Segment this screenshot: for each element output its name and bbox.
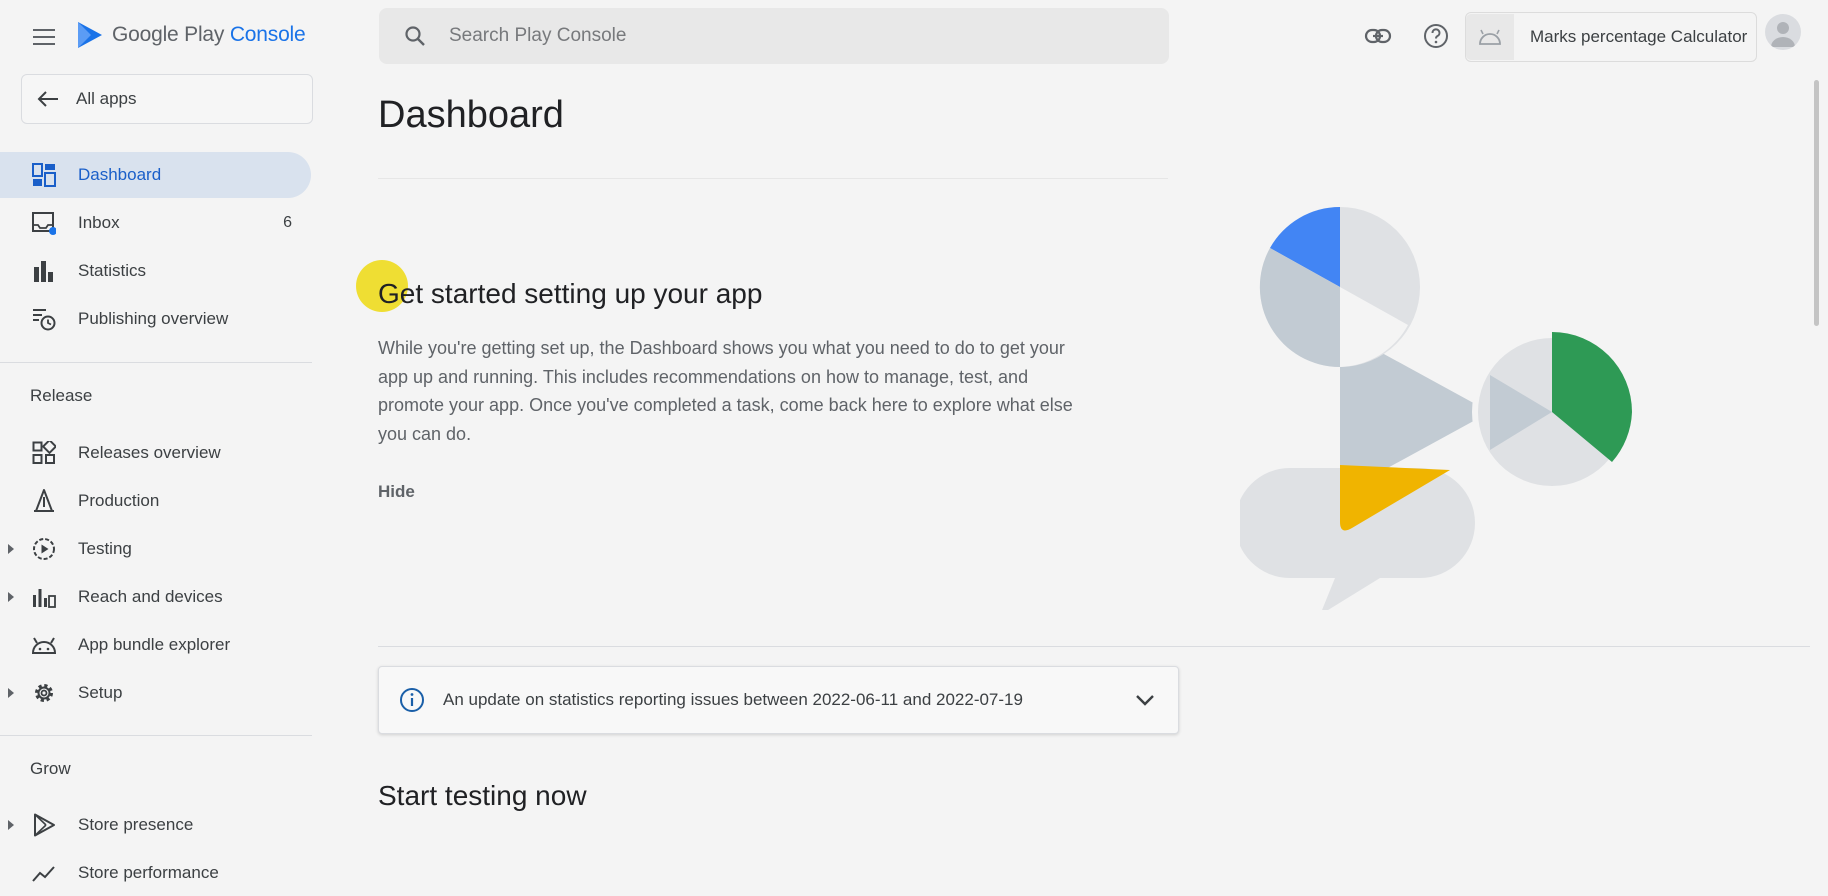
search-bar[interactable] [379,8,1169,64]
all-apps-button[interactable]: All apps [21,74,313,124]
expand-caret-icon[interactable] [8,820,14,830]
expand-caret-icon[interactable] [8,592,14,602]
sidebar-item-dashboard[interactable]: Dashboard [0,152,311,198]
inbox-count-badge: 6 [283,214,292,231]
sidebar-item-reach-and-devices[interactable]: Reach and devices [0,574,312,620]
sidebar-item-app-bundle-explorer[interactable]: App bundle explorer [0,622,312,668]
sidebar-item-testing[interactable]: Testing [0,526,312,572]
sidebar-item-label: Publishing overview [78,309,229,328]
sidebar-item-label: Testing [78,539,132,558]
expand-caret-icon[interactable] [8,688,14,698]
testing-icon [33,538,55,560]
releases-overview-icon [32,441,56,464]
sidebar-item-label: Dashboard [78,165,162,184]
app-name: Marks percentage Calculator [1530,27,1748,46]
all-apps-label: All apps [76,89,137,108]
page-title: Dashboard [378,94,564,136]
sidebar-item-label: Statistics [78,261,147,280]
link-icon[interactable] [1362,20,1394,52]
dashboard-icon [32,163,56,187]
title-divider [378,178,1168,179]
section-label-grow: Grow [30,759,71,778]
info-icon [400,688,424,712]
account-avatar[interactable] [1765,14,1801,50]
get-started-description: While you're getting set up, the Dashboa… [378,338,1073,444]
play-logo-icon [78,22,102,48]
app-selector[interactable]: Marks percentage Calculator [1465,12,1757,62]
arrow-back-icon [37,91,58,107]
android-bundle-icon [32,637,56,654]
sidebar-item-store-presence[interactable]: Store presence [0,802,312,848]
sidebar-divider [0,362,312,363]
section-label-release: Release [30,386,93,405]
statistics-notice-banner[interactable]: An update on statistics reporting issues… [378,666,1179,734]
expand-caret-icon[interactable] [8,544,14,554]
sidebar-item-store-performance[interactable]: Store performance [0,850,312,896]
chevron-down-icon[interactable] [1134,689,1156,711]
sidebar-divider [0,735,312,736]
inbox-icon [32,212,56,235]
production-icon [34,489,54,512]
search-icon [405,26,425,46]
play-outline-icon [34,813,55,837]
start-testing-heading: Start testing now [378,780,587,811]
sidebar-item-label: Inbox [78,213,120,232]
sidebar-item-publishing-overview[interactable]: Publishing overview [0,296,312,342]
reach-devices-icon [33,589,56,608]
get-started-heading: Get started setting up your app [378,278,763,309]
sidebar-item-releases-overview[interactable]: Releases overview [0,430,312,476]
scrollbar-thumb[interactable] [1814,80,1819,326]
sidebar-item-setup[interactable]: Setup [0,670,312,716]
setup-illustration [1240,206,1632,610]
sidebar-item-label: Store performance [78,863,219,882]
android-icon [1466,14,1514,60]
trend-icon [32,866,55,882]
sidebar-item-label: Production [78,491,160,510]
sidebar-item-inbox[interactable]: Inbox 6 [0,200,312,246]
sidebar-item-label: App bundle explorer [78,635,231,654]
search-input[interactable] [447,24,1051,48]
menu-icon[interactable] [30,24,58,50]
gear-icon [35,684,53,702]
sidebar-item-production[interactable]: Production [0,478,312,524]
help-icon[interactable] [1420,20,1452,52]
bar-chart-icon [34,261,53,282]
notice-text: An update on statistics reporting issues… [443,690,1023,709]
hide-button[interactable]: Hide [378,482,415,502]
sidebar-item-statistics[interactable]: Statistics [0,248,312,294]
sidebar-item-label: Reach and devices [78,587,223,606]
logo-text: Google Play Console [112,23,306,46]
section-divider [378,646,1810,647]
sidebar-item-label: Releases overview [78,443,221,462]
sidebar-item-label: Setup [78,683,123,702]
publishing-icon [33,309,56,331]
play-console-logo[interactable]: Google Play Console [76,18,306,52]
sidebar-item-label: Store presence [78,815,194,834]
